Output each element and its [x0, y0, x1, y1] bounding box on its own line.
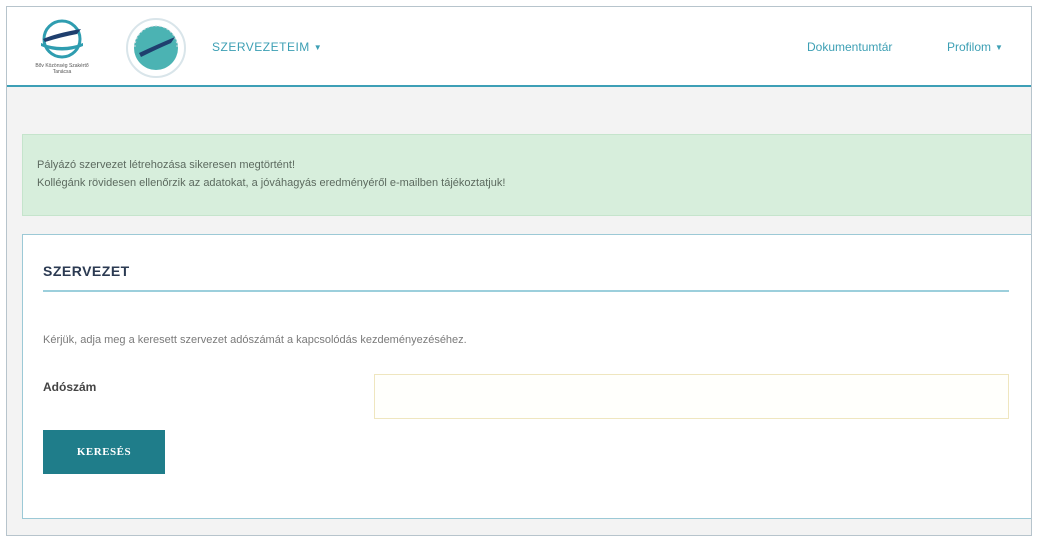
bird-over-water-logo-icon	[41, 19, 83, 59]
tax-number-label: Adószám	[43, 380, 97, 394]
panel-help-text: Kérjük, adja meg a keresett szervezet ad…	[43, 334, 467, 346]
success-alert: Pályázó szervezet létrehozása sikeresen …	[22, 134, 1031, 216]
partner-seal-logo[interactable]	[125, 17, 187, 79]
brand-logo-caption: Bőv Közönség Szakértő Tanácsa	[35, 63, 89, 75]
profile-menu[interactable]: Profilom ▼	[947, 40, 1003, 54]
organizations-menu[interactable]: SZERVEZETEIM ▼	[212, 40, 322, 54]
panel-divider	[43, 290, 1009, 292]
app-window: Bőv Közönség Szakértő Tanácsa SZERVEZETE…	[6, 6, 1032, 536]
caret-down-icon: ▼	[313, 43, 323, 53]
alert-line-1: Pályázó szervezet létrehozása sikeresen …	[37, 159, 296, 171]
profile-menu-label: Profilom	[947, 40, 992, 54]
organization-panel: SZERVEZET Kérjük, adja meg a keresett sz…	[22, 234, 1031, 519]
tax-number-input[interactable]	[374, 374, 1009, 419]
documents-link[interactable]: Dokumentumtár	[807, 40, 892, 54]
organizations-menu-label: SZERVEZETEIM	[212, 40, 310, 54]
alert-line-2: Kollégánk rövidesen ellenőrzik az adatok…	[37, 177, 506, 189]
panel-title: SZERVEZET	[43, 263, 130, 279]
bird-round-seal-logo-icon	[126, 18, 186, 78]
search-button[interactable]: KERESÉS	[43, 430, 165, 474]
brand-logo[interactable]: Bőv Közönség Szakértő Tanácsa	[31, 17, 93, 79]
caret-down-icon: ▼	[995, 43, 1003, 53]
top-navbar: Bőv Közönség Szakértő Tanácsa SZERVEZETE…	[7, 7, 1031, 87]
